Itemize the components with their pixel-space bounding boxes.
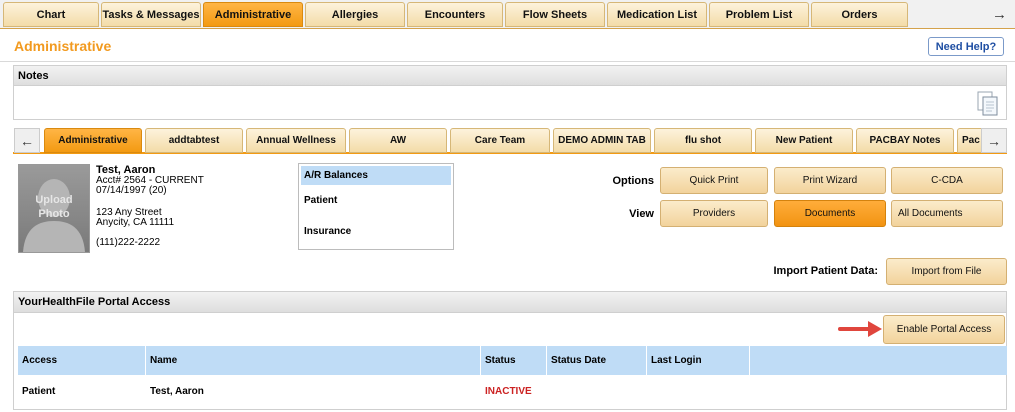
- row-access: Patient: [22, 385, 56, 397]
- portal-access-header: YourHealthFile Portal Access: [13, 291, 1007, 313]
- top-nav-next-arrow-icon[interactable]: →: [986, 2, 1013, 27]
- import-patient-data-label: Import Patient Data:: [773, 265, 878, 277]
- sub-nav-prev-arrow-icon[interactable]: ←: [14, 128, 40, 153]
- tab-chart[interactable]: Chart: [3, 2, 99, 27]
- patient-address-line2: Anycity, CA 11111: [96, 217, 175, 228]
- column-header-status-date: Status Date: [547, 346, 647, 375]
- subtab-addtabtest[interactable]: addtabtest: [145, 128, 243, 153]
- tab-tasks-messages[interactable]: Tasks & Messages: [101, 2, 201, 27]
- tab-orders[interactable]: Orders: [811, 2, 908, 27]
- subtab-annual-wellness[interactable]: Annual Wellness: [246, 128, 346, 153]
- subtab-care-team[interactable]: Care Team: [450, 128, 550, 153]
- subtab-administrative[interactable]: Administrative: [44, 128, 142, 153]
- column-header-last-login: Last Login: [647, 346, 750, 375]
- column-header-blank: [750, 346, 1007, 375]
- row-status-badge: INACTIVE: [485, 385, 532, 397]
- column-header-name: Name: [146, 346, 481, 375]
- providers-button[interactable]: Providers: [660, 200, 768, 227]
- patient-dob: 07/14/1997 (20): [96, 185, 167, 196]
- ar-menu: A/R Balances Patient Insurance: [298, 163, 454, 250]
- notes-panel: Notes: [13, 65, 1007, 120]
- patient-photo-upload[interactable]: Upload Photo: [18, 164, 90, 253]
- tab-medication-list[interactable]: Medication List: [607, 2, 707, 27]
- top-nav: Chart Tasks & Messages Administrative Al…: [0, 0, 1015, 29]
- row-name[interactable]: Test, Aaron: [150, 383, 204, 399]
- tab-encounters[interactable]: Encounters: [407, 2, 503, 27]
- upload-photo-label: Upload Photo: [35, 194, 73, 220]
- patient-phone: (111)222-2222: [96, 237, 161, 248]
- red-pointer-arrow-icon: [838, 321, 882, 337]
- column-header-access: Access: [18, 346, 146, 375]
- view-label: View: [629, 208, 654, 220]
- title-divider: [0, 61, 1015, 62]
- ccda-button[interactable]: C-CDA: [891, 167, 1003, 194]
- tab-allergies[interactable]: Allergies: [305, 2, 405, 27]
- ar-item-insurance[interactable]: Insurance: [301, 222, 451, 241]
- ar-item-patient[interactable]: Patient: [301, 191, 451, 210]
- patient-name: Test, Aaron: [96, 164, 156, 176]
- options-label: Options: [612, 175, 654, 187]
- print-wizard-button[interactable]: Print Wizard: [774, 167, 886, 194]
- all-documents-button[interactable]: All Documents: [891, 200, 1003, 227]
- page-title: Administrative: [14, 38, 112, 54]
- subtab-pacbay-notes[interactable]: PACBAY Notes: [856, 128, 954, 153]
- tab-flow-sheets[interactable]: Flow Sheets: [505, 2, 605, 27]
- tab-problem-list[interactable]: Problem List: [709, 2, 809, 27]
- need-help-button[interactable]: Need Help?: [928, 37, 1004, 56]
- portal-table-header: Access Name Status Status Date Last Logi…: [18, 346, 1007, 375]
- sub-nav-next-arrow-icon[interactable]: →: [981, 128, 1007, 153]
- subtab-flu-shot[interactable]: flu shot: [654, 128, 752, 153]
- column-header-status: Status: [481, 346, 547, 375]
- documents-button[interactable]: Documents: [774, 200, 886, 227]
- subtab-aw[interactable]: AW: [349, 128, 447, 153]
- import-from-file-button[interactable]: Import from File: [886, 258, 1007, 285]
- ar-item-balances[interactable]: A/R Balances: [301, 166, 451, 185]
- quick-print-button[interactable]: Quick Print: [660, 167, 768, 194]
- document-icon[interactable]: [977, 91, 999, 117]
- enable-portal-access-button[interactable]: Enable Portal Access: [883, 315, 1005, 344]
- subtab-demo-admin-tab[interactable]: DEMO ADMIN TAB: [553, 128, 651, 153]
- subtab-new-patient[interactable]: New Patient: [755, 128, 853, 153]
- tab-administrative[interactable]: Administrative: [203, 2, 303, 27]
- admin-sub-nav: ← Administrative addtabtest Annual Welln…: [13, 127, 1007, 154]
- notes-header: Notes: [14, 66, 1006, 86]
